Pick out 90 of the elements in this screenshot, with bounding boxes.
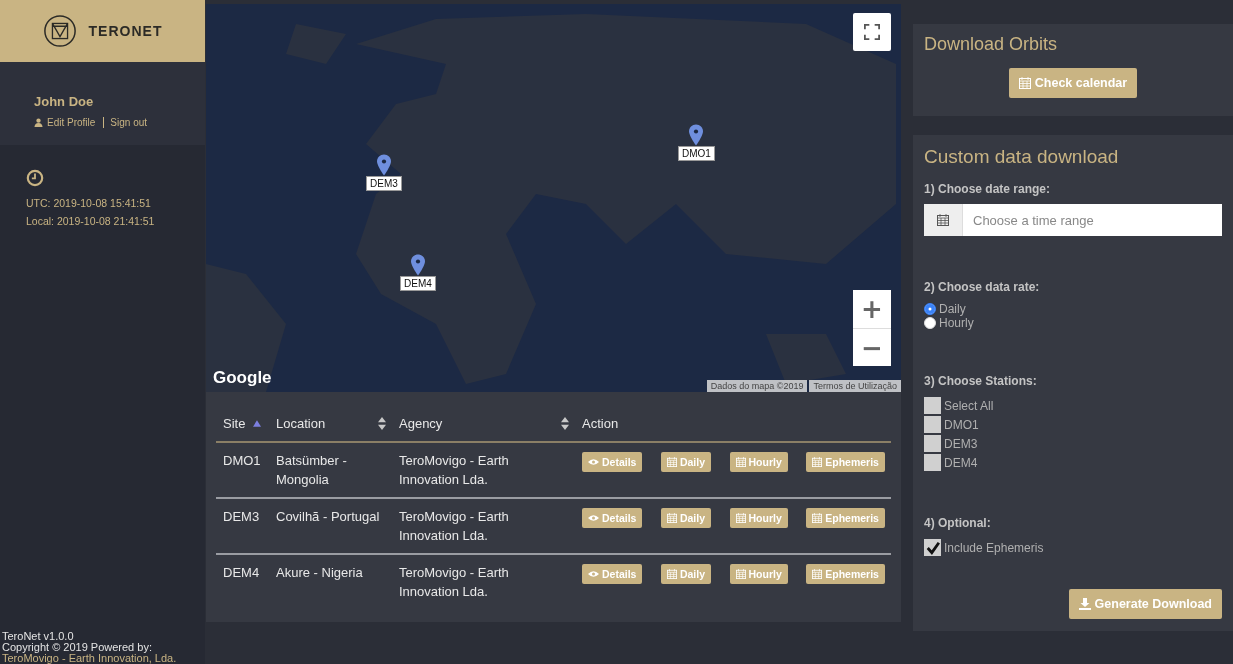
table-cell: DMO1 [216, 442, 269, 498]
version-text: TeroNet v1.0.0 [2, 631, 75, 642]
map-logo: Google [213, 368, 272, 388]
check-calendar-button[interactable]: Check calendar [1008, 68, 1138, 98]
details-button[interactable]: Details [582, 508, 643, 528]
calendar-icon [666, 569, 677, 579]
calendar-icon [1018, 77, 1031, 89]
download-button[interactable]: Ephemeris [806, 508, 885, 528]
sort-ascending-icon[interactable] [253, 420, 262, 427]
map-pin-icon[interactable] [410, 254, 425, 276]
generate-download-button[interactable]: Generate Download [1068, 589, 1222, 619]
download-button[interactable]: Ephemeris [806, 452, 885, 472]
utc-time: UTC: 2019-10-08 15:41:51 [26, 197, 152, 209]
map-attribution: Dados do mapa ©2019 [706, 380, 808, 392]
calendar-addon[interactable] [924, 204, 963, 236]
download-button[interactable]: Daily [660, 564, 712, 584]
eye-icon [588, 570, 599, 578]
marker-label: DMO1 [678, 146, 715, 161]
sign-out-link[interactable]: Sign out [110, 117, 148, 128]
calendar-icon [812, 513, 823, 523]
calendar-icon [666, 457, 677, 467]
checkbox[interactable] [924, 397, 941, 414]
checkbox[interactable] [924, 454, 941, 471]
checkbox-label: Include Ephemeris [944, 540, 1044, 555]
table-cell: DEM4 [216, 554, 269, 609]
column-header[interactable]: Agency [399, 416, 443, 431]
brand-name: TERONET [88, 23, 163, 39]
download-icon [1078, 598, 1091, 610]
company-link[interactable]: TeroMovigo - Earth Innovation, Lda. [2, 652, 177, 664]
table-cell: DEM3 [216, 498, 269, 554]
section-label: 3) Choose Stations: [924, 374, 1038, 388]
checkbox-label: Select All [944, 398, 994, 413]
column-header[interactable]: Location [276, 416, 326, 431]
details-button[interactable]: Details [582, 564, 643, 584]
eye-icon [588, 458, 599, 466]
card-title: Custom data download [924, 146, 1120, 168]
calendar-icon [735, 457, 746, 467]
calendar-icon [735, 569, 746, 579]
zoom-out-button[interactable]: − [853, 328, 891, 366]
table-cell: TeroMovigo - Earth Innovation Lda. [392, 554, 575, 609]
column-header: Action [582, 416, 619, 431]
card-title: Download Orbits [924, 34, 1059, 55]
calendar-icon [812, 457, 823, 467]
table-cell: Batsümber - Mongolia [269, 442, 392, 498]
download-button[interactable]: Ephemeris [806, 564, 885, 584]
table-cell: Akure - Nigeria [269, 554, 392, 609]
radio-label: Daily [939, 302, 966, 316]
map-pin-icon[interactable] [376, 154, 391, 176]
radio-label: Hourly [939, 316, 974, 330]
copyright-text: Copyright © 2019 Powered by: [2, 642, 153, 653]
download-button[interactable]: Hourly [729, 452, 788, 472]
fullscreen-button[interactable] [853, 13, 891, 51]
map-pin-icon[interactable] [689, 124, 704, 146]
section-label: 1) Choose date range: [924, 182, 1052, 196]
eye-icon [588, 514, 599, 522]
checkbox[interactable] [924, 435, 941, 452]
calendar-icon [735, 513, 746, 523]
download-button[interactable]: Hourly [729, 564, 788, 584]
fullscreen-icon [864, 24, 880, 40]
edit-profile-link[interactable]: Edit Profile [47, 117, 96, 128]
details-button[interactable]: Details [582, 452, 643, 472]
section-label: 4) Optional: [924, 516, 992, 530]
user-icon [34, 118, 43, 127]
checkbox-label: DMO1 [944, 417, 979, 432]
column-header[interactable]: Site [223, 416, 246, 431]
table-cell: Covilhã - Portugal [269, 498, 392, 554]
marker-label: DEM3 [366, 176, 402, 191]
calendar-icon [937, 214, 949, 226]
checkbox[interactable] [924, 416, 941, 433]
sort-icon[interactable] [561, 417, 569, 430]
clock-icon [26, 169, 44, 187]
date-range-field[interactable]: Choose a time range [963, 204, 1222, 236]
user-name: John Doe [34, 94, 95, 109]
download-button[interactable]: Daily [660, 508, 712, 528]
checkbox-label: DEM4 [944, 455, 978, 470]
sort-icon[interactable] [378, 417, 386, 430]
terms-link[interactable]: Termos de Utilização [809, 380, 901, 392]
download-button[interactable]: Hourly [729, 508, 788, 528]
marker-label: DEM4 [400, 276, 436, 291]
checkbox[interactable] [924, 539, 941, 556]
calendar-icon [812, 569, 823, 579]
local-time: Local: 2019-10-08 21:41:51 [26, 215, 156, 227]
checkbox-label: DEM3 [944, 436, 978, 451]
section-label: 2) Choose data rate: [924, 280, 1041, 294]
calendar-icon [666, 513, 677, 523]
logo-icon [42, 14, 77, 48]
table-cell: TeroMovigo - Earth Innovation Lda. [392, 498, 575, 554]
table-cell: TeroMovigo - Earth Innovation Lda. [392, 442, 575, 498]
radio-button[interactable] [924, 303, 936, 315]
download-button[interactable]: Daily [660, 452, 712, 472]
